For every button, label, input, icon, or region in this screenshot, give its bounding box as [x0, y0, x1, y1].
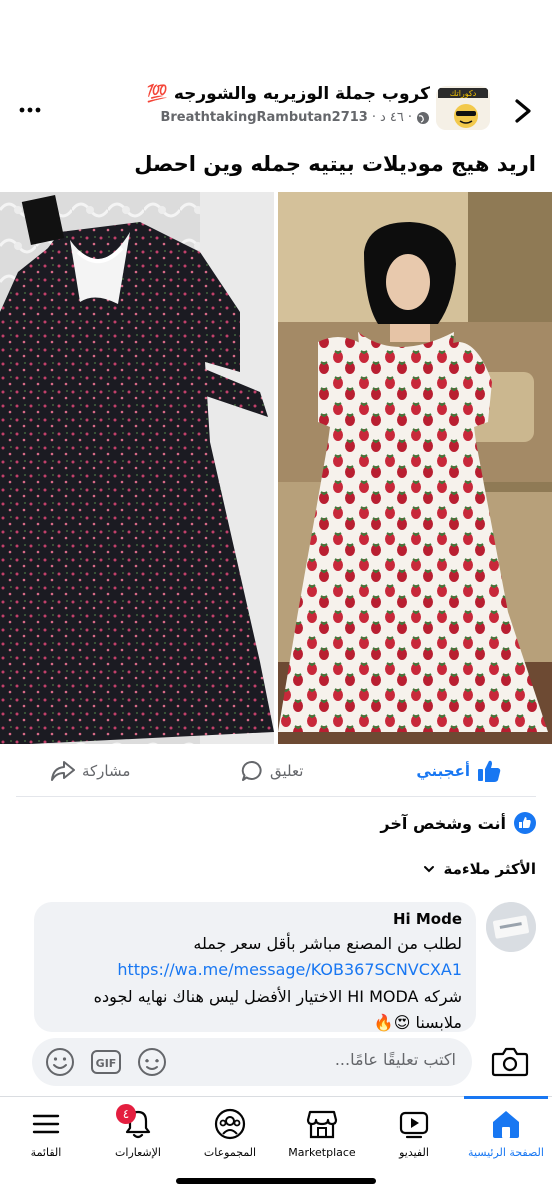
divider [16, 796, 536, 797]
sort-comments-dropdown[interactable]: الأكثر ملاءمة [422, 860, 536, 878]
gif-label: GIF [96, 1057, 117, 1070]
comment-bubble: Hi Mode لطلب من المصنع مباشر بأقل سعر جم… [34, 902, 476, 1032]
nav-marketplace[interactable]: Marketplace [277, 1108, 367, 1159]
reactions-summary[interactable]: أنت وشخص آخر [380, 812, 536, 834]
post-photo-strawberry-dress[interactable] [278, 192, 552, 744]
reactions-text: أنت وشخص آخر [380, 813, 506, 833]
comment-line-3: شركه HI MODA الاختيار الأفضل ليس هناك نه… [93, 987, 462, 1006]
nav-menu-label: القائمة [30, 1146, 62, 1159]
post-photo-black-dress[interactable] [0, 192, 274, 744]
post-time: ٤٦ د [379, 110, 404, 125]
dot-separator: · [371, 110, 376, 125]
comment-line-1: لطلب من المصنع مباشر بأقل سعر جمله [193, 934, 462, 953]
video-icon [399, 1111, 429, 1139]
group-avatar-text: دكوراتك [450, 89, 477, 98]
share-button[interactable]: مشاركة [50, 756, 130, 786]
emoji-icon[interactable] [44, 1046, 76, 1078]
more-options-icon[interactable] [18, 98, 42, 122]
comment-button[interactable]: تعليق [240, 756, 303, 786]
nav-groups[interactable]: المجموعات [185, 1108, 275, 1159]
globe-icon [417, 111, 429, 124]
hamburger-menu-icon [32, 1114, 60, 1134]
comment-label: تعليق [270, 762, 304, 780]
speech-bubble-icon [241, 760, 262, 781]
author-name[interactable]: BreathtakingRambutan2713 [160, 110, 367, 125]
nav-video-label: الفيديو [399, 1146, 429, 1159]
post-meta: · ٤٦ د · BreathtakingRambutan2713 [160, 110, 430, 125]
share-label: مشاركة [82, 762, 131, 780]
groups-icon [214, 1108, 246, 1140]
avatar-sticker-icon[interactable] [136, 1046, 168, 1078]
active-tab-indicator [464, 1096, 548, 1099]
commenter-avatar[interactable] [486, 902, 536, 952]
like-label: أعجبني [416, 762, 470, 780]
share-arrow-icon [51, 761, 75, 781]
nav-menu[interactable]: القائمة [1, 1108, 91, 1159]
nav-notifications[interactable]: الإشعارات [93, 1108, 183, 1159]
gif-icon[interactable]: GIF [90, 1046, 122, 1078]
nav-notifications-label: الإشعارات [115, 1146, 161, 1159]
thumbs-up-icon [478, 760, 501, 782]
nav-home[interactable]: الصفحة الرئيسية [461, 1108, 551, 1159]
comment-link[interactable]: https://wa.me/message/KOB367SCNVCXA1 [117, 960, 462, 979]
post-text: اريد هيج موديلات بيتيه جمله وين احصل [134, 152, 536, 176]
comment-placeholder: اكتب تعليقًا عامًا... [334, 1050, 456, 1069]
back-arrow-icon[interactable] [508, 94, 538, 128]
group-name[interactable]: كروب جملة الوزيريه والشورجه 💯 [147, 84, 430, 104]
nav-groups-label: المجموعات [203, 1146, 257, 1159]
notification-badge: ٤ [116, 1104, 136, 1124]
like-reaction-icon [514, 812, 536, 834]
group-avatar[interactable]: دكوراتك [436, 86, 490, 130]
nav-home-label: الصفحة الرئيسية [468, 1146, 544, 1159]
nav-video[interactable]: الفيديو [369, 1108, 459, 1159]
camera-icon[interactable] [490, 1044, 530, 1080]
storefront-icon [306, 1110, 338, 1139]
home-indicator [176, 1178, 376, 1184]
home-icon [493, 1111, 519, 1138]
chevron-down-icon [423, 866, 434, 873]
dot-separator: · [407, 110, 412, 125]
commenter-name[interactable]: Hi Mode [393, 910, 462, 928]
nav-marketplace-label: Marketplace [288, 1146, 356, 1159]
comment-line-4: ملابسنا 😍🔥 [373, 1013, 462, 1032]
like-button[interactable]: أعجبني [416, 756, 502, 786]
sort-label: الأكثر ملاءمة [443, 860, 536, 878]
